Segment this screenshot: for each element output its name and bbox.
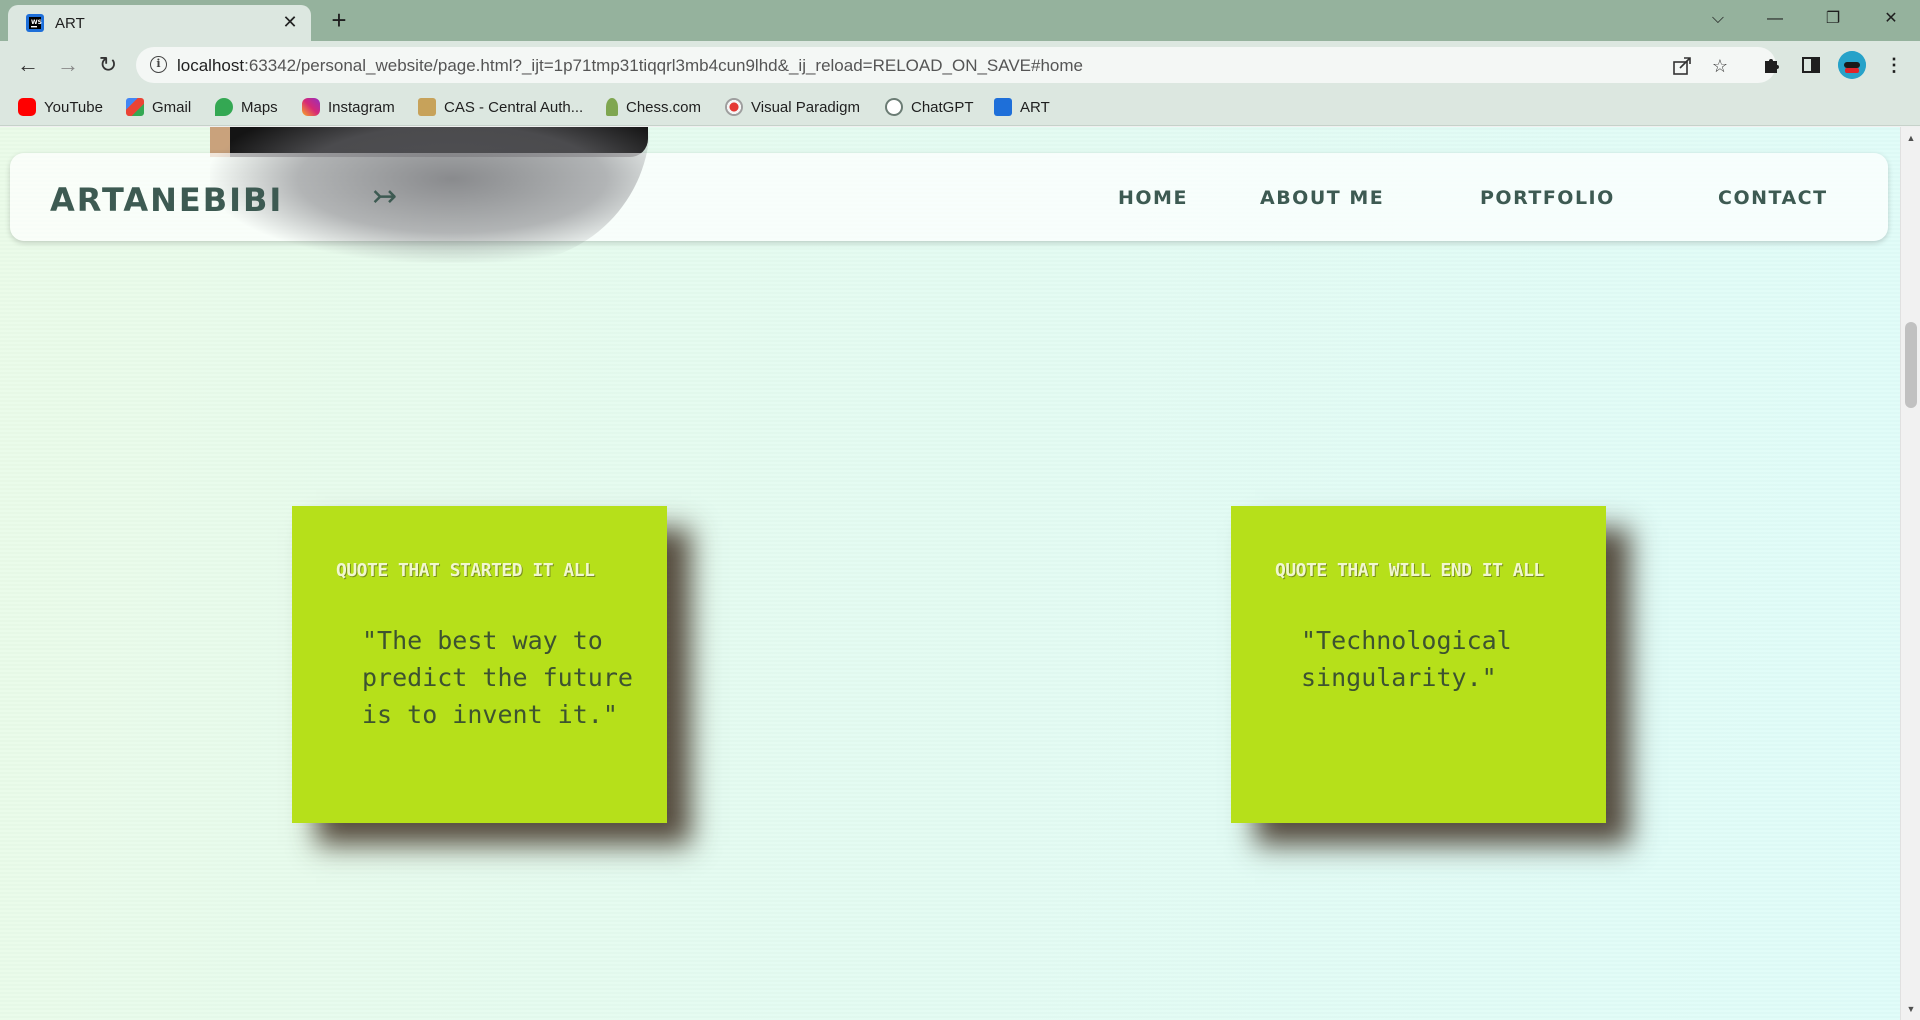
tab-title: ART [55, 15, 85, 32]
chatgpt-icon [885, 98, 903, 116]
youtube-icon [18, 98, 36, 116]
chess-icon [606, 98, 618, 116]
bookmarks-bar: YouTube Gmail Maps Instagram CAS - Centr… [0, 89, 1920, 126]
site-logo[interactable]: ARTANEBIBI [50, 181, 283, 219]
nav-about-me[interactable]: ABOUT ME [1260, 187, 1384, 209]
back-button[interactable]: ← [12, 49, 44, 81]
nav-home[interactable]: HOME [1118, 187, 1188, 209]
address-bar[interactable]: i localhost:63342/personal_website/page.… [136, 47, 1776, 83]
share-icon[interactable] [1671, 55, 1693, 77]
quote-card-heading: QUOTE THAT STARTED IT ALL [336, 560, 595, 581]
profile-avatar[interactable] [1838, 51, 1866, 79]
new-tab-button[interactable]: + [325, 7, 353, 35]
bookmark-visual-paradigm[interactable]: Visual Paradigm [725, 96, 860, 118]
bookmark-youtube[interactable]: YouTube [18, 96, 103, 118]
url-host: localhost [177, 56, 245, 75]
browser-tab-active[interactable]: WS ART ✕ [8, 5, 311, 41]
gmail-icon [126, 98, 144, 116]
restore-button[interactable]: ❐ [1810, 4, 1856, 34]
bookmark-star-icon[interactable]: ☆ [1709, 55, 1731, 77]
bookmark-chess[interactable]: Chess.com [606, 96, 701, 118]
scrollbar-thumb[interactable] [1905, 322, 1917, 408]
quote-card-text: "Technological singularity." [1301, 626, 1512, 692]
forward-button[interactable]: → [52, 49, 84, 81]
bookmark-instagram[interactable]: Instagram [302, 96, 395, 118]
browser-tab-strip: WS ART ✕ + ⌵ — ❐ ✕ [0, 0, 1920, 41]
quote-card-text: "The best way to predict the future is t… [362, 626, 633, 729]
page-viewport: ARTANEBIBI ↣ HOME ABOUT ME PORTFOLIO CON… [0, 127, 1900, 1020]
art-icon [994, 98, 1012, 116]
page-scrollbar[interactable]: ▲ ▼ [1900, 127, 1920, 1020]
quote-card-end: QUOTE THAT WILL END IT ALL "Technologica… [1231, 506, 1606, 823]
bookmark-maps[interactable]: Maps [215, 96, 278, 118]
maps-icon [215, 98, 233, 116]
window-close-button[interactable]: ✕ [1868, 4, 1914, 34]
scroll-down-arrow-icon[interactable]: ▼ [1901, 1000, 1920, 1018]
visual-paradigm-icon [725, 98, 743, 116]
bookmark-cas[interactable]: CAS - Central Auth... [418, 96, 583, 118]
tab-search-icon[interactable]: ⌵ [1695, 4, 1741, 34]
extensions-icon[interactable] [1760, 53, 1784, 77]
bookmark-gmail[interactable]: Gmail [126, 96, 191, 118]
avatar-icon [1838, 51, 1866, 79]
reload-button[interactable]: ↻ [92, 49, 124, 81]
side-panel-icon[interactable] [1799, 53, 1823, 77]
webstorm-icon: WS [26, 14, 44, 32]
quote-card-heading: QUOTE THAT WILL END IT ALL [1275, 560, 1544, 581]
nav-contact[interactable]: CONTACT [1718, 187, 1828, 209]
menu-dots-icon[interactable]: ⋮ [1882, 53, 1906, 77]
instagram-icon [302, 98, 320, 116]
browser-toolbar: ← → ↻ i localhost:63342/personal_website… [0, 41, 1920, 89]
minimize-button[interactable]: — [1752, 4, 1798, 34]
site-info-icon[interactable]: i [150, 56, 167, 73]
nav-portfolio[interactable]: PORTFOLIO [1480, 187, 1615, 209]
tab-close-icon[interactable]: ✕ [279, 11, 301, 33]
url-text[interactable]: localhost:63342/personal_website/page.ht… [177, 56, 1083, 76]
logo-arrow-icon: ↣ [372, 180, 398, 213]
svg-text:WS: WS [31, 19, 42, 26]
bookmark-chatgpt[interactable]: ChatGPT [885, 96, 974, 118]
scroll-up-arrow-icon[interactable]: ▲ [1901, 129, 1920, 147]
quote-card-start: QUOTE THAT STARTED IT ALL "The best way … [292, 506, 667, 823]
url-path: :63342/personal_website/page.html?_ijt=1… [244, 56, 1083, 75]
site-header: ARTANEBIBI ↣ HOME ABOUT ME PORTFOLIO CON… [10, 127, 1888, 263]
cas-icon [418, 98, 436, 116]
bookmark-art[interactable]: ART [994, 96, 1050, 118]
